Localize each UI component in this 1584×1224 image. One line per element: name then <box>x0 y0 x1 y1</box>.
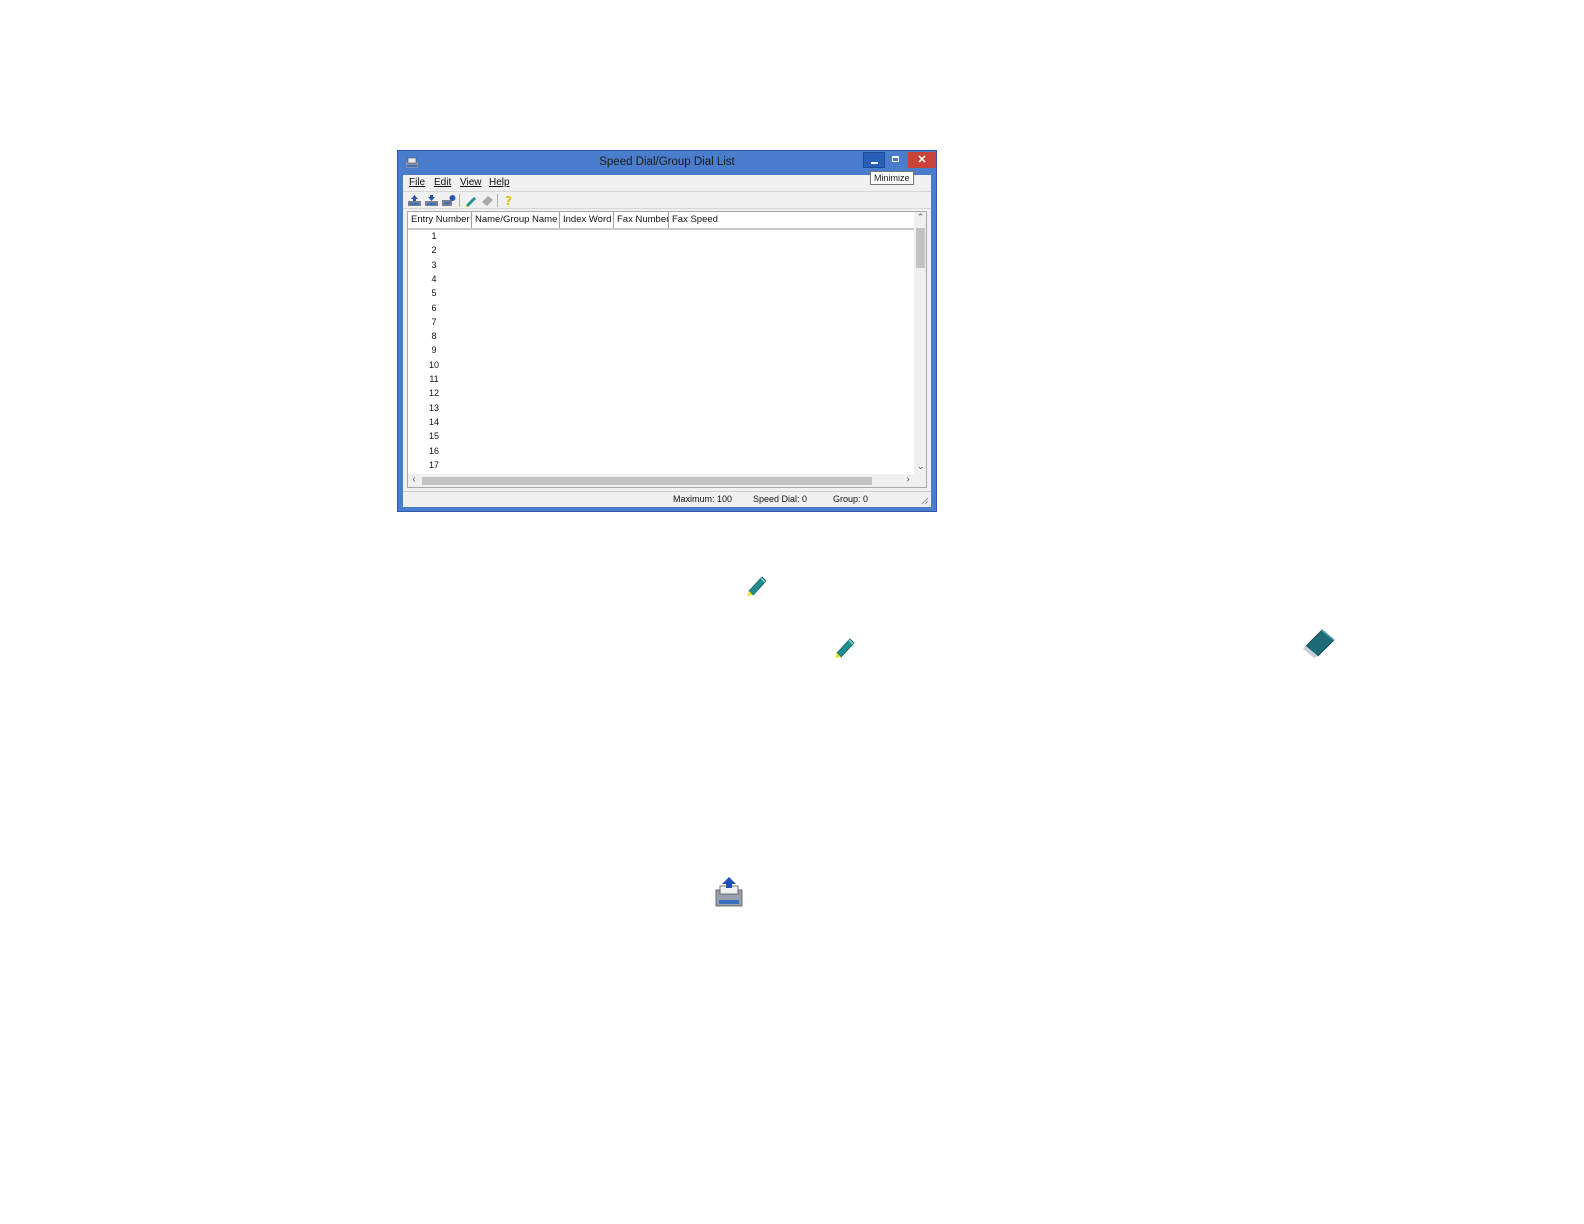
title-bar[interactable]: Speed Dial/Group Dial List ✕ <box>398 151 936 175</box>
entry-number: 16 <box>428 445 439 456</box>
list-item[interactable]: 16 <box>408 446 914 460</box>
horizontal-scrollbar[interactable]: ‹ › <box>408 474 926 487</box>
list-item[interactable]: 11 <box>408 374 914 388</box>
menu-file[interactable]: File <box>409 177 425 188</box>
close-button[interactable]: ✕ <box>908 152 936 168</box>
menu-help[interactable]: Help <box>489 177 510 188</box>
menu-bar: File Edit View Help <box>403 175 931 191</box>
status-bar: Maximum: 100 Speed Dial: 0 Group: 0 <box>403 491 931 506</box>
entry-number: 8 <box>431 331 437 342</box>
menu-view-label: View <box>460 177 482 188</box>
scroll-up-icon[interactable]: ⌃ <box>914 212 926 225</box>
column-name-group-name[interactable]: Name/Group Name <box>472 212 560 228</box>
entry-number: 17 <box>428 459 439 470</box>
status-group: Group: 0 <box>833 494 869 504</box>
list-item[interactable]: 13 <box>408 403 914 417</box>
entry-number: 7 <box>431 316 437 327</box>
entry-number: 1 <box>431 231 437 241</box>
entry-number: 10 <box>428 359 439 370</box>
status-maximum: Maximum: 100 <box>673 494 733 504</box>
list-item[interactable]: 9 <box>408 345 914 359</box>
toolbar-separator <box>497 194 498 207</box>
list-item[interactable]: 15 <box>408 431 914 445</box>
entry-number: 9 <box>431 345 437 356</box>
delete-icon[interactable] <box>480 194 495 207</box>
menu-edit-label: Edit <box>434 177 452 188</box>
maximize-button[interactable] <box>885 152 907 168</box>
entry-number: 4 <box>431 273 437 284</box>
svg-text:?: ? <box>505 194 512 207</box>
list-item[interactable]: 12 <box>408 388 914 402</box>
help-icon[interactable]: ? <box>501 194 516 207</box>
list-item[interactable]: 6 <box>408 303 914 317</box>
maximize-icon <box>892 156 899 162</box>
sync-icon[interactable] <box>441 194 456 207</box>
entry-number: 15 <box>428 431 439 442</box>
column-fax-speed[interactable]: Fax Speed <box>669 212 749 228</box>
status-speed-dial: Speed Dial: 0 <box>753 494 808 504</box>
close-icon: ✕ <box>917 154 927 166</box>
column-index-word[interactable]: Index Word <box>560 212 614 228</box>
menu-view[interactable]: View <box>460 177 482 188</box>
minimize-icon <box>871 162 878 164</box>
entry-number: 14 <box>428 416 439 427</box>
scroll-right-icon[interactable]: › <box>902 474 914 487</box>
speed-dial-window: Speed Dial/Group Dial List ✕ Minimize Fi… <box>397 150 937 512</box>
list-item[interactable]: 17 <box>408 460 914 474</box>
entry-number: 11 <box>429 374 439 384</box>
list-item[interactable]: 3 <box>408 260 914 274</box>
list-item[interactable]: 8 <box>408 331 914 345</box>
resize-grip-icon[interactable] <box>921 497 929 505</box>
eraser-icon <box>1303 629 1335 658</box>
list-header: Entry Number Name/Group Name Index Word … <box>408 212 914 230</box>
toolbar: ? <box>403 191 931 209</box>
entry-number: 5 <box>431 288 437 299</box>
list-item[interactable]: 10 <box>408 360 914 374</box>
menu-edit[interactable]: Edit <box>434 177 451 188</box>
list-item[interactable]: 14 <box>408 417 914 431</box>
edit-icon[interactable] <box>463 194 478 207</box>
column-entry-number[interactable]: Entry Number <box>408 212 472 228</box>
menu-file-label: File <box>409 177 426 188</box>
speed-dial-list[interactable]: Entry Number Name/Group Name Index Word … <box>407 211 927 488</box>
scroll-down-icon[interactable]: ⌄ <box>914 461 926 474</box>
vertical-scrollbar[interactable]: ⌃ ⌄ <box>914 212 926 474</box>
minimize-tooltip: Minimize <box>870 171 914 185</box>
window-title: Speed Dial/Group Dial List <box>599 156 735 168</box>
entry-number: 2 <box>431 245 437 256</box>
entry-number: 3 <box>431 259 437 270</box>
download-icon[interactable] <box>424 194 439 207</box>
menu-help-label: Help <box>489 177 510 188</box>
toolbar-separator <box>459 194 460 207</box>
pencil-icon <box>747 576 767 596</box>
entry-number: 12 <box>428 388 439 399</box>
upload-printer-icon <box>715 877 743 907</box>
window-client: File Edit View Help ? Entry Number Name/… <box>403 175 931 507</box>
horizontal-scroll-thumb[interactable] <box>422 477 872 485</box>
list-item[interactable]: 5 <box>408 288 914 302</box>
entry-number: 6 <box>431 302 437 313</box>
vertical-scroll-thumb[interactable] <box>916 228 925 268</box>
list-item[interactable]: 1 <box>408 231 914 245</box>
entry-number: 13 <box>428 402 439 413</box>
list-item[interactable]: 4 <box>408 274 914 288</box>
scroll-left-icon[interactable]: ‹ <box>408 474 420 487</box>
upload-icon[interactable] <box>407 194 422 207</box>
list-item[interactable]: 2 <box>408 245 914 259</box>
list-item[interactable]: 7 <box>408 317 914 331</box>
pencil-icon <box>835 638 855 658</box>
column-fax-number[interactable]: Fax Number <box>614 212 669 228</box>
minimize-button[interactable] <box>863 152 885 168</box>
